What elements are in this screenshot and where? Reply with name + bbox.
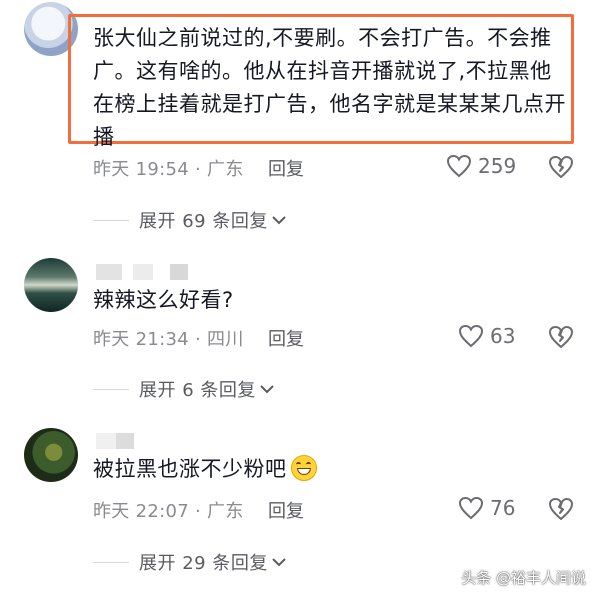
reply-button[interactable]: 回复 <box>268 497 304 523</box>
like-count: 63 <box>490 324 516 348</box>
expand-label: 展开 6 条回复 <box>139 380 256 401</box>
like-button[interactable]: 259 <box>446 154 516 178</box>
like-count: 259 <box>478 154 517 178</box>
comment-text: 被拉黑也涨不少粉吧 <box>93 453 317 486</box>
avatar[interactable] <box>24 428 78 482</box>
heart-icon <box>458 496 484 520</box>
username-redacted <box>96 264 122 280</box>
divider-line <box>93 561 129 563</box>
watermark: 头条 @裕丰人间说 <box>461 569 586 587</box>
expand-replies-button[interactable]: 展开 69 条回复 <box>93 207 286 233</box>
like-count: 76 <box>490 496 516 520</box>
expand-label: 展开 29 条回复 <box>139 553 268 574</box>
username-redacted <box>133 264 153 280</box>
like-button[interactable]: 76 <box>458 496 515 520</box>
like-button[interactable]: 63 <box>458 324 515 348</box>
heart-icon <box>458 324 484 348</box>
broken-heart-icon[interactable] <box>548 325 574 349</box>
comment-meta: 昨天 22:07 · 广东 <box>93 501 244 522</box>
grin-emoji <box>290 455 317 481</box>
expand-label: 展开 69 条回复 <box>139 211 268 232</box>
broken-heart-icon[interactable] <box>548 497 574 521</box>
comment-meta: 昨天 19:54 · 广东 <box>93 159 244 180</box>
comment-meta: 昨天 21:34 · 四川 <box>93 329 244 350</box>
divider-line <box>93 219 129 221</box>
username-redacted <box>170 264 188 280</box>
avatar[interactable] <box>24 258 78 312</box>
broken-heart-icon[interactable] <box>548 155 574 179</box>
chevron-down-icon <box>272 216 286 225</box>
expand-replies-button[interactable]: 展开 29 条回复 <box>93 549 286 575</box>
reply-button[interactable]: 回复 <box>268 155 304 181</box>
chevron-down-icon <box>272 558 286 567</box>
reply-button[interactable]: 回复 <box>268 325 304 351</box>
username-redacted <box>116 433 134 449</box>
comment-text-body: 被拉黑也涨不少粉吧 <box>93 457 287 481</box>
comment-text: 张大仙之前说过的,不要刷。不会打广告。不会推广。这有啥的。他从在抖音开播就说了,… <box>93 26 566 149</box>
chevron-down-icon <box>260 385 274 394</box>
expand-replies-button[interactable]: 展开 6 条回复 <box>93 376 274 402</box>
heart-icon <box>446 154 472 178</box>
divider-line <box>93 388 129 390</box>
username-redacted <box>96 433 116 449</box>
comment-text: 辣辣这么好看? <box>93 288 234 312</box>
